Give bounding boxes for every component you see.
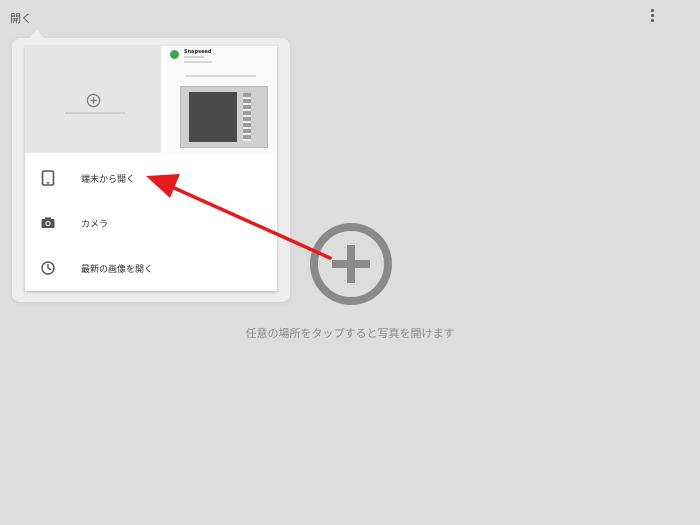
app-preview-tablet [180,86,268,148]
thumbnail-placeholder[interactable] [25,46,161,153]
open-button[interactable]: 開く [10,10,32,26]
app-preview-line [184,56,204,58]
menu-item-camera[interactable]: カメラ [25,200,277,245]
clock-icon [41,261,55,275]
app-preview-photo [189,92,237,142]
menu-item-label: カメラ [81,220,109,230]
menu-item-label: 最新の画像を開く [81,265,154,275]
open-sheet: Snapseed 端末から開く カメラ 最新の画像を開く [25,46,277,291]
menu-item-recent-image[interactable]: 最新の画像を開く [25,245,277,290]
add-circle-icon [86,93,101,108]
top-bar: 開く [0,0,700,36]
app-preview-title: Snapseed [184,49,212,55]
app-preview-line [186,75,256,77]
snapseed-logo-icon [170,50,179,59]
tablet-icon [41,170,55,186]
thumbnail-caption-line [65,112,125,114]
menu-item-label: 端末から開く [81,175,136,185]
app-preview-line [184,61,212,63]
open-menu: 端末から開く カメラ 最新の画像を開く [25,153,277,291]
open-hint-text: 任意の場所をタップすると写真を開けます [245,327,455,340]
camera-icon [41,217,55,228]
app-preview-strip [243,93,251,141]
more-vert-icon[interactable] [646,9,658,29]
add-photo-icon[interactable] [308,221,394,307]
thumbnail-row: Snapseed [25,46,277,153]
popover-caret [30,30,44,38]
menu-item-open-device[interactable]: 端末から開く [25,155,277,200]
thumbnail-app-preview[interactable]: Snapseed [166,46,277,153]
